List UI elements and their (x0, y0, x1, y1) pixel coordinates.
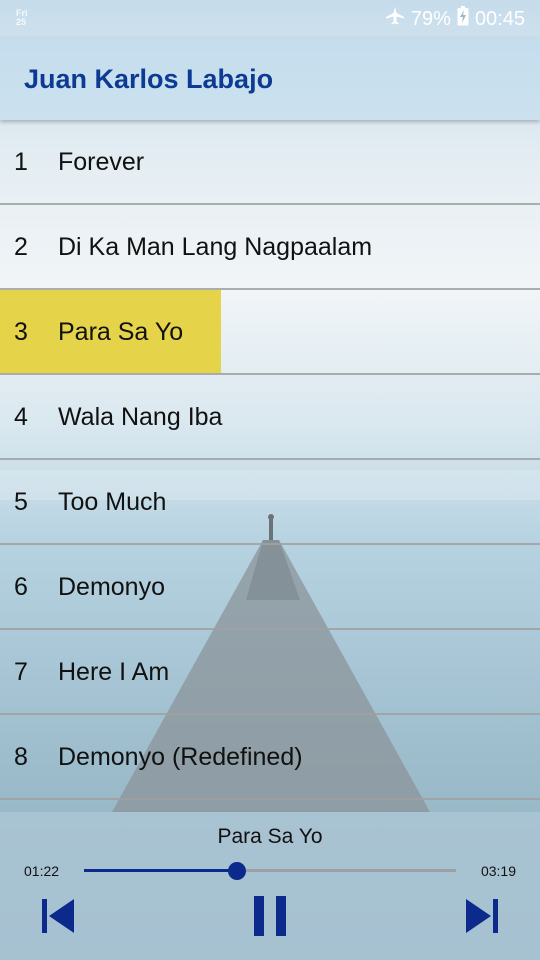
song-title: Di Ka Man Lang Nagpaalam (58, 233, 373, 261)
seek-bar[interactable] (84, 862, 456, 880)
pause-button[interactable] (248, 895, 292, 938)
app-bar: Juan Karlos Labajo (0, 38, 540, 120)
status-time: 00:45 (474, 7, 525, 30)
song-row-1[interactable]: 1 Forever (0, 120, 540, 205)
song-list: 1 Forever 2 Di Ka Man Lang Nagpaalam 3 P… (0, 120, 540, 800)
song-title: Demonyo (Redefined) (58, 743, 303, 771)
skip-previous-icon (38, 896, 78, 941)
status-date: Fri 25 (16, 9, 28, 27)
status-bar: Fri 25 79% 00:45 (0, 0, 540, 38)
current-time: 01:22 (24, 863, 60, 879)
song-number: 7 (14, 658, 28, 686)
song-title: Too Much (58, 488, 167, 516)
song-number: 1 (14, 148, 28, 176)
app-title: Juan Karlos Labajo (24, 64, 274, 94)
song-title: Wala Nang Iba (58, 403, 223, 431)
battery-percent: 79% (410, 7, 451, 30)
song-row-2[interactable]: 2 Di Ka Man Lang Nagpaalam (0, 205, 540, 290)
song-row-4[interactable]: 4 Wala Nang Iba (0, 375, 540, 460)
song-number: 8 (14, 743, 28, 771)
status-date-number: 25 (16, 17, 27, 27)
seek-bar-thumb[interactable] (227, 862, 246, 880)
song-title: Para Sa Yo (58, 318, 184, 346)
song-row-6[interactable]: 6 Demonyo (0, 545, 540, 630)
airplane-icon (385, 6, 405, 32)
song-row-7[interactable]: 7 Here I Am (0, 630, 540, 715)
song-number: 4 (14, 403, 28, 431)
next-button[interactable] (460, 898, 504, 938)
song-number: 3 (14, 318, 28, 346)
previous-button[interactable] (36, 898, 80, 938)
song-number: 5 (14, 488, 28, 516)
song-title: Demonyo (58, 573, 165, 601)
song-row-3[interactable]: 3 Para Sa Yo (0, 290, 540, 375)
total-time: 03:19 (480, 863, 516, 879)
song-row-8[interactable]: 8 Demonyo (Redefined) (0, 715, 540, 800)
song-number: 2 (14, 233, 28, 261)
status-right-group: 79% 00:45 (385, 6, 525, 32)
pause-icon (250, 894, 290, 943)
battery-charging-icon (457, 6, 469, 32)
now-playing-title: Para Sa Yo (217, 825, 323, 848)
seek-bar-progress (84, 869, 237, 872)
song-title: Here I Am (58, 658, 170, 686)
song-row-5[interactable]: 5 Too Much (0, 460, 540, 545)
song-title: Forever (58, 148, 145, 176)
player-panel: Para Sa Yo 01:22 03:19 (0, 812, 540, 960)
song-number: 6 (14, 573, 28, 601)
skip-next-icon (462, 896, 502, 941)
